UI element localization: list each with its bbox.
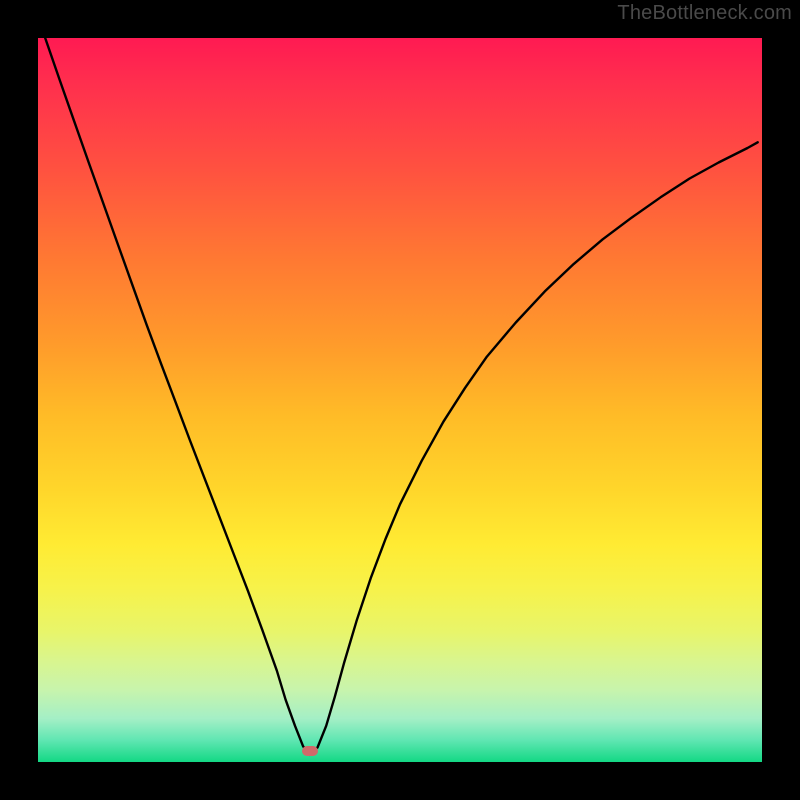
bottleneck-curve-svg: [38, 38, 762, 762]
watermark-text: TheBottleneck.com: [617, 2, 792, 25]
bottleneck-curve-path: [45, 38, 758, 755]
plot-area: [38, 38, 762, 762]
optimal-point-marker: [302, 746, 318, 756]
chart-frame: [24, 24, 776, 776]
